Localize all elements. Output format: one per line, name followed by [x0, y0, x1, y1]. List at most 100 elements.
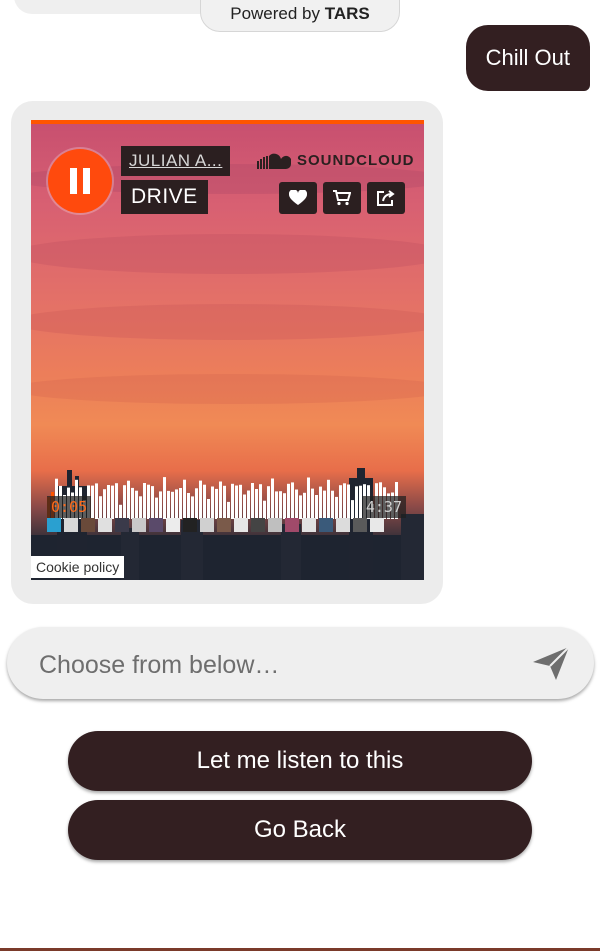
- artist-link[interactable]: JULIAN A...: [121, 146, 231, 176]
- waveform-bar[interactable]: [355, 486, 358, 519]
- comment-avatar[interactable]: [200, 518, 214, 532]
- go-back-button[interactable]: Go Back: [68, 800, 532, 860]
- waveform-bar[interactable]: [299, 495, 302, 519]
- waveform[interactable]: [47, 469, 399, 519]
- waveform-bar[interactable]: [343, 483, 346, 519]
- waveform-bar[interactable]: [243, 494, 246, 520]
- waveform-bar[interactable]: [143, 483, 146, 519]
- waveform-bar[interactable]: [307, 477, 310, 520]
- send-icon[interactable]: [531, 643, 571, 683]
- waveform-bar[interactable]: [123, 485, 126, 519]
- waveform-bar[interactable]: [227, 501, 230, 519]
- waveform-bar[interactable]: [115, 483, 118, 519]
- waveform-bar[interactable]: [295, 489, 298, 520]
- comment-avatars[interactable]: [47, 518, 384, 532]
- waveform-bar[interactable]: [103, 489, 106, 519]
- comment-avatar[interactable]: [149, 518, 163, 532]
- waveform-bar[interactable]: [335, 496, 338, 519]
- waveform-bar[interactable]: [331, 490, 334, 519]
- waveform-bar[interactable]: [235, 485, 238, 520]
- waveform-bar[interactable]: [119, 504, 122, 519]
- comment-avatar[interactable]: [285, 518, 299, 532]
- comment-avatar[interactable]: [302, 518, 316, 532]
- waveform-bar[interactable]: [139, 496, 142, 519]
- waveform-bar[interactable]: [211, 486, 214, 520]
- waveform-bar[interactable]: [171, 491, 174, 519]
- track-title[interactable]: DRIVE: [121, 180, 208, 214]
- comment-avatar[interactable]: [268, 518, 282, 532]
- waveform-bar[interactable]: [223, 485, 226, 519]
- comment-avatar[interactable]: [132, 518, 146, 532]
- comment-avatar[interactable]: [234, 518, 248, 532]
- comment-avatar[interactable]: [166, 518, 180, 532]
- waveform-bar[interactable]: [99, 496, 102, 519]
- waveform-bar[interactable]: [135, 490, 138, 519]
- share-button[interactable]: [367, 182, 405, 214]
- comment-avatar[interactable]: [98, 518, 112, 532]
- waveform-bar[interactable]: [267, 486, 270, 519]
- comment-avatar[interactable]: [251, 518, 265, 532]
- waveform-bar[interactable]: [259, 484, 262, 519]
- comment-avatar[interactable]: [115, 518, 129, 532]
- waveform-bar[interactable]: [311, 488, 314, 519]
- cookie-policy-link[interactable]: Cookie policy: [31, 556, 125, 578]
- waveform-bar[interactable]: [351, 500, 354, 519]
- comment-avatar[interactable]: [217, 518, 231, 532]
- waveform-bar[interactable]: [315, 495, 318, 519]
- comment-avatar[interactable]: [319, 518, 333, 532]
- waveform-bar[interactable]: [175, 489, 178, 519]
- waveform-bar[interactable]: [279, 491, 282, 519]
- waveform-bar[interactable]: [271, 478, 274, 520]
- soundcloud-player[interactable]: 0:05 4:37 JULIAN A... DRIVE SOUNDCLOUD: [31, 120, 424, 580]
- waveform-bar[interactable]: [231, 483, 234, 519]
- waveform-bar[interactable]: [347, 484, 350, 520]
- message-input[interactable]: [37, 647, 511, 683]
- waveform-bar[interactable]: [199, 480, 202, 519]
- waveform-bar[interactable]: [91, 485, 94, 519]
- waveform-bar[interactable]: [215, 488, 218, 519]
- waveform-bar[interactable]: [303, 492, 306, 519]
- waveform-bar[interactable]: [263, 500, 266, 519]
- waveform-bar[interactable]: [207, 499, 210, 519]
- waveform-bar[interactable]: [95, 483, 98, 519]
- comment-avatar[interactable]: [336, 518, 350, 532]
- comment-avatar[interactable]: [81, 518, 95, 532]
- waveform-bar[interactable]: [111, 485, 114, 519]
- soundcloud-logo[interactable]: SOUNDCLOUD: [257, 152, 415, 169]
- waveform-bar[interactable]: [203, 484, 206, 519]
- waveform-bar[interactable]: [195, 488, 198, 519]
- buy-button[interactable]: [323, 182, 361, 214]
- waveform-bar[interactable]: [291, 482, 294, 519]
- waveform-bar[interactable]: [179, 488, 182, 519]
- waveform-bar[interactable]: [287, 483, 290, 519]
- waveform-bar[interactable]: [147, 484, 150, 519]
- comment-avatar[interactable]: [353, 518, 367, 532]
- waveform-bar[interactable]: [339, 485, 342, 519]
- comment-avatar[interactable]: [47, 518, 61, 532]
- comment-avatar[interactable]: [370, 518, 384, 532]
- waveform-bar[interactable]: [275, 491, 278, 519]
- waveform-bar[interactable]: [167, 490, 170, 519]
- waveform-bar[interactable]: [283, 493, 286, 519]
- powered-by-badge[interactable]: Powered by TARS: [200, 0, 400, 32]
- waveform-bar[interactable]: [155, 497, 158, 519]
- pause-button[interactable]: [48, 149, 112, 213]
- waveform-bar[interactable]: [163, 477, 166, 519]
- waveform-bar[interactable]: [219, 481, 222, 520]
- waveform-bar[interactable]: [151, 486, 154, 519]
- waveform-bar[interactable]: [183, 479, 186, 519]
- listen-choice-button[interactable]: Let me listen to this: [68, 731, 532, 791]
- waveform-bar[interactable]: [323, 490, 326, 519]
- waveform-bar[interactable]: [327, 479, 330, 519]
- waveform-bar[interactable]: [251, 483, 254, 519]
- waveform-bar[interactable]: [191, 496, 194, 519]
- comment-avatar[interactable]: [64, 518, 78, 532]
- waveform-bar[interactable]: [239, 484, 242, 519]
- waveform-bar[interactable]: [187, 493, 190, 519]
- waveform-bar[interactable]: [131, 487, 134, 519]
- waveform-bar[interactable]: [159, 491, 162, 519]
- waveform-bar[interactable]: [255, 489, 258, 519]
- comment-avatar[interactable]: [183, 518, 197, 532]
- waveform-bar[interactable]: [127, 480, 130, 519]
- waveform-bar[interactable]: [247, 490, 250, 520]
